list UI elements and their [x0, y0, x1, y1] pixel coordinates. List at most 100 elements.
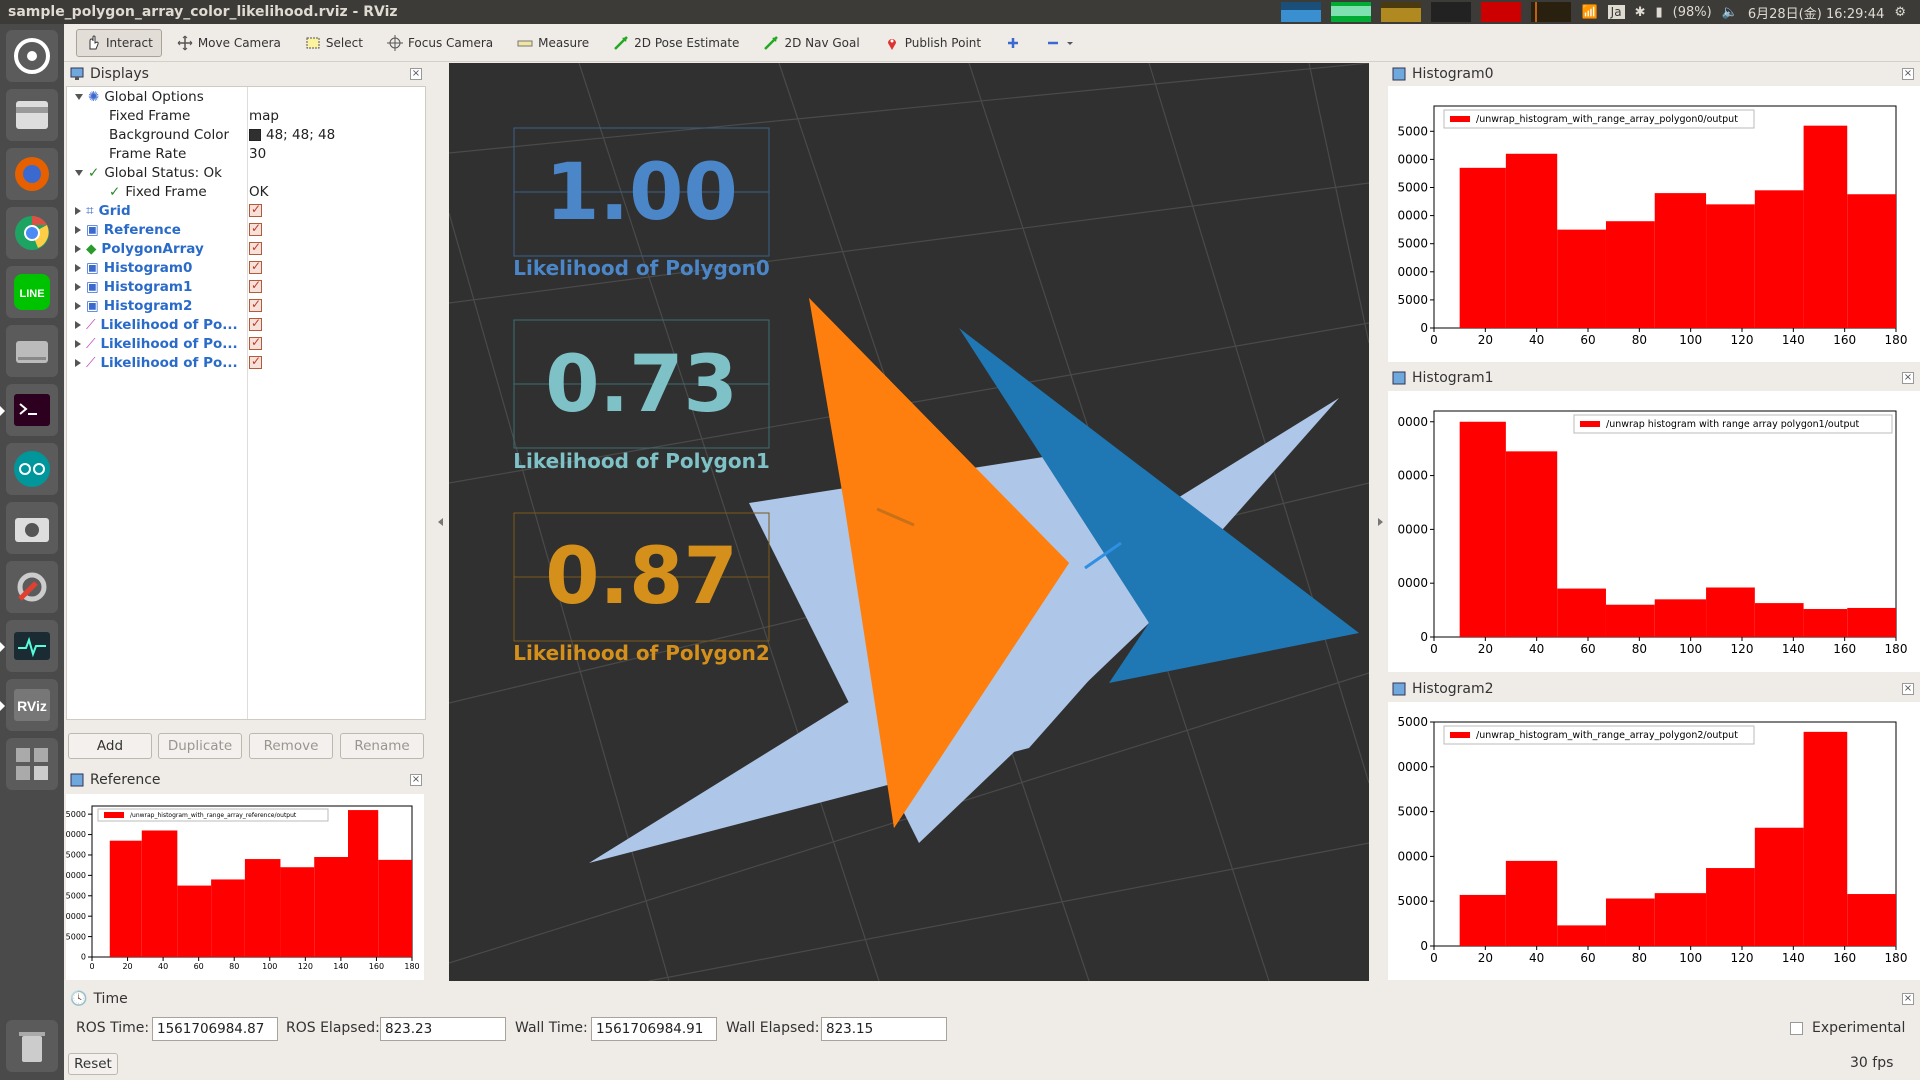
tree-row-global-options[interactable]: ✺ Global Options: [67, 87, 425, 106]
expand-arrow-icon[interactable]: [75, 358, 81, 367]
x-tick-label: 40: [1529, 642, 1544, 656]
wifi-icon[interactable]: 📶: [1581, 5, 1597, 20]
battery-icon[interactable]: ▮: [1655, 5, 1662, 20]
expand-arrow-icon[interactable]: [75, 225, 81, 234]
tree-row-background-color[interactable]: Background Color 48; 48; 48: [67, 125, 425, 144]
firefox-icon[interactable]: [6, 148, 58, 200]
rename-button[interactable]: Rename: [340, 733, 424, 759]
workspace-icon[interactable]: [6, 738, 58, 790]
collapse-left-arrow-icon[interactable]: [438, 518, 443, 526]
tree-row-display[interactable]: ◆ PolygonArray: [67, 239, 425, 258]
tree-row-display[interactable]: ⟋ Likelihood of Po...: [67, 315, 425, 334]
render-viewport[interactable]: 1.00 Likelihood of Polygon0 0.73 Likelih…: [449, 63, 1369, 981]
settings-icon[interactable]: [6, 561, 58, 613]
arduino-icon[interactable]: [6, 443, 58, 495]
histogram1-title: Histogram1 ×: [1388, 368, 1920, 388]
close-icon[interactable]: ×: [410, 68, 422, 80]
add-button[interactable]: Add: [68, 733, 152, 759]
add-tool-button[interactable]: [996, 29, 1030, 57]
publish-point-tool[interactable]: Publish Point: [875, 29, 990, 57]
measure-tool[interactable]: Measure: [508, 29, 598, 57]
x-tick-label: 40: [1529, 951, 1544, 965]
bluetooth-icon[interactable]: ✱: [1635, 5, 1646, 20]
clock-icon: 🕓: [70, 991, 88, 1007]
reset-button[interactable]: Reset: [68, 1053, 118, 1075]
ros-elapsed-field[interactable]: 823.23: [380, 1017, 506, 1041]
chrome-icon[interactable]: [6, 207, 58, 259]
enable-checkbox[interactable]: [249, 259, 262, 274]
displays-tree[interactable]: ✺ Global Options Fixed Frame map Backgrou…: [66, 86, 426, 720]
expand-arrow-icon[interactable]: [75, 301, 81, 310]
color-swatch[interactable]: [249, 128, 261, 141]
focus-camera-tool[interactable]: Focus Camera: [378, 29, 502, 57]
volume-icon[interactable]: 🔈: [1722, 5, 1738, 20]
rviz-icon[interactable]: RViz: [0, 679, 58, 731]
plot-icon: ⟋: [86, 316, 96, 333]
close-icon[interactable]: ×: [1902, 68, 1914, 80]
power-gear-icon[interactable]: ⚙: [1894, 5, 1906, 20]
enable-checkbox[interactable]: [249, 221, 262, 236]
remove-tool-button[interactable]: [1036, 29, 1083, 57]
close-icon[interactable]: ×: [410, 774, 422, 786]
fixed-frame-value[interactable]: map: [249, 108, 279, 124]
wall-elapsed-field[interactable]: 823.15: [821, 1017, 947, 1041]
enable-checkbox[interactable]: [249, 316, 262, 331]
close-icon[interactable]: ×: [1902, 993, 1914, 1005]
ime-indicator[interactable]: Ja: [1607, 5, 1625, 19]
tree-row-frame-rate[interactable]: Frame Rate 30: [67, 144, 425, 163]
swap-graph-icon: [1431, 2, 1472, 22]
wall-time-field[interactable]: 1561706984.91: [591, 1017, 717, 1041]
collapse-arrow-icon[interactable]: [75, 93, 83, 100]
tree-row-fixed-frame[interactable]: Fixed Frame map: [67, 106, 425, 125]
histogram-bar: [1459, 894, 1506, 946]
trash-icon[interactable]: [6, 1020, 58, 1072]
histogram-bar: [211, 879, 245, 957]
collapse-right-arrow-icon[interactable]: [1378, 518, 1383, 526]
y-tick-label: 5000: [1397, 180, 1428, 194]
nav-goal-tool[interactable]: 2D Nav Goal: [754, 29, 868, 57]
tree-row-display[interactable]: ▣ Histogram2: [67, 296, 425, 315]
ros-time-field[interactable]: 1561706984.87: [152, 1017, 278, 1041]
enable-checkbox[interactable]: [249, 240, 262, 255]
tree-row-display[interactable]: ▣ Reference: [67, 220, 425, 239]
system-monitor-icon[interactable]: [0, 620, 58, 672]
clock[interactable]: 6月28日(金) 16:29:44: [1748, 3, 1884, 22]
close-icon[interactable]: ×: [1902, 372, 1914, 384]
tree-row-display[interactable]: ⌗ Grid: [67, 201, 425, 220]
enable-checkbox[interactable]: [249, 278, 262, 293]
expand-arrow-icon[interactable]: [75, 282, 81, 291]
enable-checkbox[interactable]: [249, 297, 262, 312]
enable-checkbox[interactable]: [249, 202, 262, 217]
expand-arrow-icon[interactable]: [75, 244, 81, 253]
select-tool[interactable]: Select: [296, 29, 372, 57]
x-tick-label: 120: [1731, 333, 1754, 347]
tree-row-global-status[interactable]: ✓ Global Status: Ok: [67, 163, 425, 182]
tree-row-display[interactable]: ⟋ Likelihood of Po...: [67, 334, 425, 353]
histogram0-chart-area: 0 20 40 60 80 100 120 140 160 180 0 5000 0000 5000 000…: [1388, 86, 1920, 362]
remove-button[interactable]: Remove: [249, 733, 333, 759]
line-icon[interactable]: LINE: [6, 266, 58, 318]
files-icon[interactable]: [6, 89, 58, 141]
expand-arrow-icon[interactable]: [75, 339, 81, 348]
pose-estimate-tool[interactable]: 2D Pose Estimate: [604, 29, 748, 57]
experimental-checkbox[interactable]: [1790, 1022, 1803, 1035]
duplicate-button[interactable]: Duplicate: [158, 733, 242, 759]
tree-row-display[interactable]: ⟋ Likelihood of Po...: [67, 353, 425, 372]
likelihood-label-2: Likelihood of Polygon2: [513, 641, 770, 665]
dash-icon[interactable]: [6, 30, 58, 82]
enable-checkbox[interactable]: [249, 335, 262, 350]
interact-tool[interactable]: Interact: [76, 28, 162, 57]
camera-icon[interactable]: [6, 502, 58, 554]
tree-row-status-fixed-frame[interactable]: ✓ Fixed Frame OK: [67, 182, 425, 201]
expand-arrow-icon[interactable]: [75, 206, 81, 215]
close-icon[interactable]: ×: [1902, 683, 1914, 695]
terminal-icon[interactable]: [0, 384, 58, 436]
move-camera-tool[interactable]: Move Camera: [168, 29, 290, 57]
tree-row-display[interactable]: ▣ Histogram1: [67, 277, 425, 296]
collapse-arrow-icon[interactable]: [75, 169, 83, 176]
expand-arrow-icon[interactable]: [75, 263, 81, 272]
disk-icon[interactable]: [6, 325, 58, 377]
tree-row-display[interactable]: ▣ Histogram0: [67, 258, 425, 277]
enable-checkbox[interactable]: [249, 354, 262, 369]
expand-arrow-icon[interactable]: [75, 320, 81, 329]
